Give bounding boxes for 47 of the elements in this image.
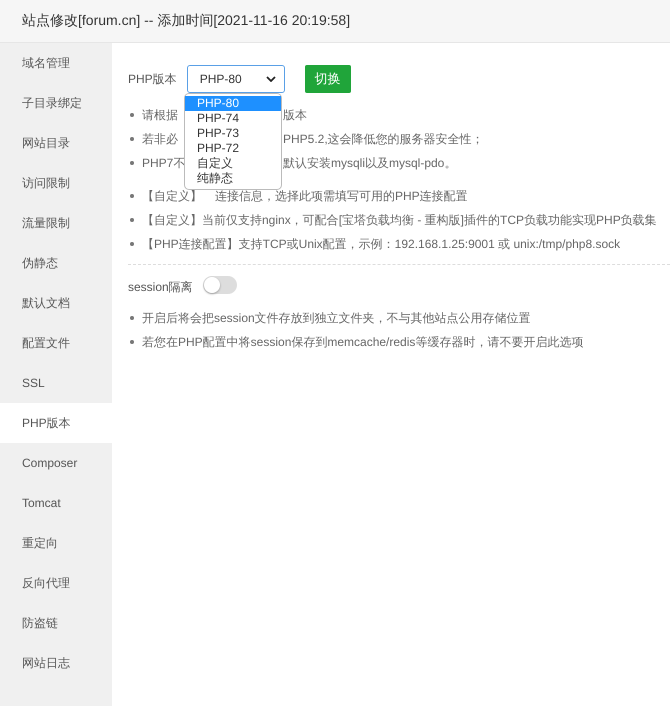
bullet-icon bbox=[130, 316, 134, 320]
bullet-icon bbox=[130, 161, 134, 165]
bullet-icon bbox=[130, 218, 134, 222]
sidebar-item[interactable]: 域名管理 bbox=[0, 43, 112, 83]
bullet-icon bbox=[130, 137, 134, 141]
sidebar-item[interactable]: 默认文档 bbox=[0, 283, 112, 323]
sidebar-item[interactable]: Composer bbox=[0, 443, 112, 483]
note-text: 【PHP连接配置】支持TCP或Unix配置，示例：192.168.1.25:9001 或 unix:/tmp/php8.sock bbox=[142, 236, 620, 252]
note-text: 连接信息，选择此项需填写可用的PHP连接配置 bbox=[215, 188, 468, 204]
note-text: 若您在PHP配置中将session保存到memcache/redis等缓存器时，请不要开启此选项 bbox=[142, 334, 584, 350]
sidebar-item[interactable]: 配置文件 bbox=[0, 323, 112, 363]
sidebar-item[interactable]: 网站目录 bbox=[0, 123, 112, 163]
note-text: 【自定义】当前仅支持nginx，可配合[宝塔负载均衡 - 重构版]插件的TCP负载功能实现PHP负载集 bbox=[142, 212, 657, 228]
dropdown-option[interactable]: PHP-72 bbox=[185, 141, 281, 156]
sidebar-item[interactable]: 重定向 bbox=[0, 523, 112, 563]
note-text: 若非必 bbox=[142, 130, 178, 148]
sidebar-item[interactable]: 访问限制 bbox=[0, 163, 112, 203]
field-label: PHP版本 bbox=[128, 70, 177, 88]
sidebar-item[interactable]: 流量限制 bbox=[0, 203, 112, 243]
sidebar-item[interactable]: PHP版本 bbox=[0, 403, 112, 443]
note-text: 请根据 bbox=[142, 106, 178, 124]
caret-icon bbox=[266, 76, 276, 82]
dropdown-option[interactable]: 自定义 bbox=[185, 156, 281, 171]
sidebar-item[interactable]: 伪静态 bbox=[0, 243, 112, 283]
version-select[interactable]: PHP-80 bbox=[186, 65, 285, 93]
window-title: 站点修改[forum.cn] -- 添加时间[2021-11-16 20:19:58] bbox=[22, 12, 350, 30]
dropdown-option[interactable]: PHP-74 bbox=[185, 111, 281, 126]
note-text: PHP7不 bbox=[142, 154, 186, 172]
dropdown-option[interactable]: PHP-73 bbox=[185, 126, 281, 141]
bullet-icon bbox=[130, 113, 134, 117]
note-text: PHP5.2,这会降低您的服务器安全性； bbox=[283, 130, 484, 148]
bullet-icon bbox=[130, 242, 134, 246]
toggle-switch[interactable] bbox=[202, 276, 237, 294]
note-text: 版本 bbox=[283, 106, 307, 124]
bullet-icon bbox=[130, 194, 134, 198]
dropdown-option[interactable]: 纯静态 bbox=[185, 171, 281, 186]
sidebar-item[interactable]: 子目录绑定 bbox=[0, 83, 112, 123]
note-text: 开启后将会把session文件存放到独立文件夹，不与其他站点公用存储位置 bbox=[142, 310, 531, 326]
sidebar-item[interactable]: 网站日志 bbox=[0, 643, 112, 683]
sidebar-item[interactable]: 防盗链 bbox=[0, 603, 112, 643]
sidebar-item[interactable]: 反向代理 bbox=[0, 563, 112, 603]
bullet-icon bbox=[130, 340, 134, 344]
sidebar-item[interactable]: Tomcat bbox=[0, 483, 112, 523]
note-text: 【自定义】 bbox=[142, 188, 202, 204]
sidebar-item[interactable]: SSL bbox=[0, 363, 112, 403]
note-text: 默认安装mysqli以及mysql-pdo。 bbox=[283, 154, 456, 172]
field-label: session隔离 bbox=[128, 279, 193, 296]
